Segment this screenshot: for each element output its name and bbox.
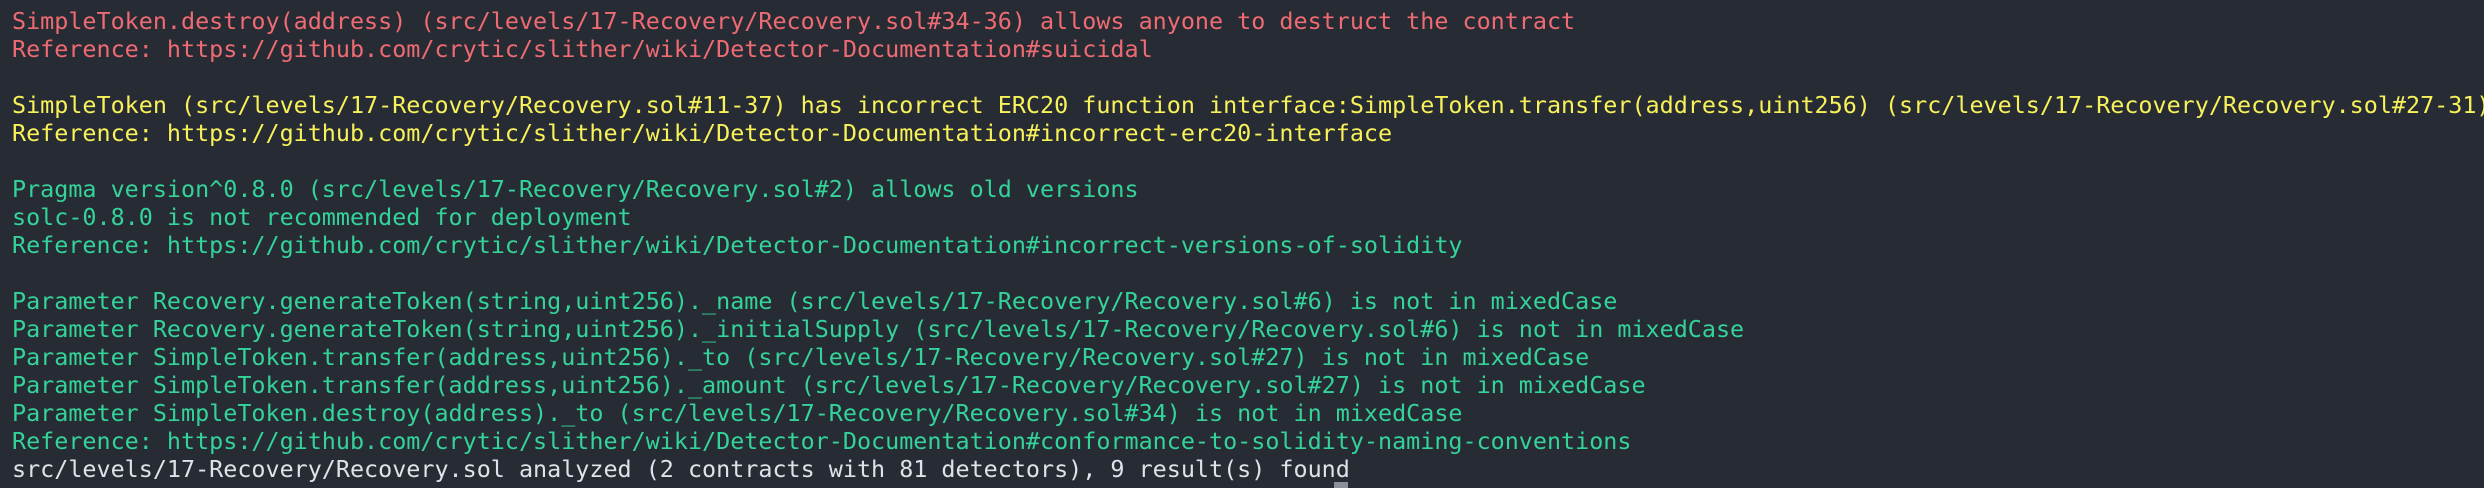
naming-finding-line: Parameter SimpleToken.transfer(address,u… <box>12 343 1590 371</box>
terminal-window[interactable]: SimpleToken.destroy(address) (src/levels… <box>0 0 2484 488</box>
naming-reference-line: Reference: https://github.com/crytic/sli… <box>12 427 1632 455</box>
naming-finding-line: Parameter SimpleToken.destroy(address)._… <box>12 399 1463 427</box>
analysis-summary-line: src/levels/17-Recovery/Recovery.sol anal… <box>12 455 1350 483</box>
erc20-interface-finding-line: SimpleToken (src/levels/17-Recovery/Reco… <box>12 91 2484 119</box>
erc20-interface-reference-line: Reference: https://github.com/crytic/sli… <box>12 119 1393 147</box>
terminal-cursor <box>1334 482 1348 488</box>
solidity-version-reference-line: Reference: https://github.com/crytic/sli… <box>12 231 1463 259</box>
suicidal-finding-line: SimpleToken.destroy(address) (src/levels… <box>12 7 1576 35</box>
naming-finding-line: Parameter SimpleToken.transfer(address,u… <box>12 371 1646 399</box>
pragma-finding-line: Pragma version^0.8.0 (src/levels/17-Reco… <box>12 175 1139 203</box>
naming-finding-line: Parameter Recovery.generateToken(string,… <box>12 315 1745 343</box>
solc-finding-line: solc-0.8.0 is not recommended for deploy… <box>12 203 632 231</box>
suicidal-reference-line: Reference: https://github.com/crytic/sli… <box>12 35 1153 63</box>
naming-finding-line: Parameter Recovery.generateToken(string,… <box>12 287 1618 315</box>
